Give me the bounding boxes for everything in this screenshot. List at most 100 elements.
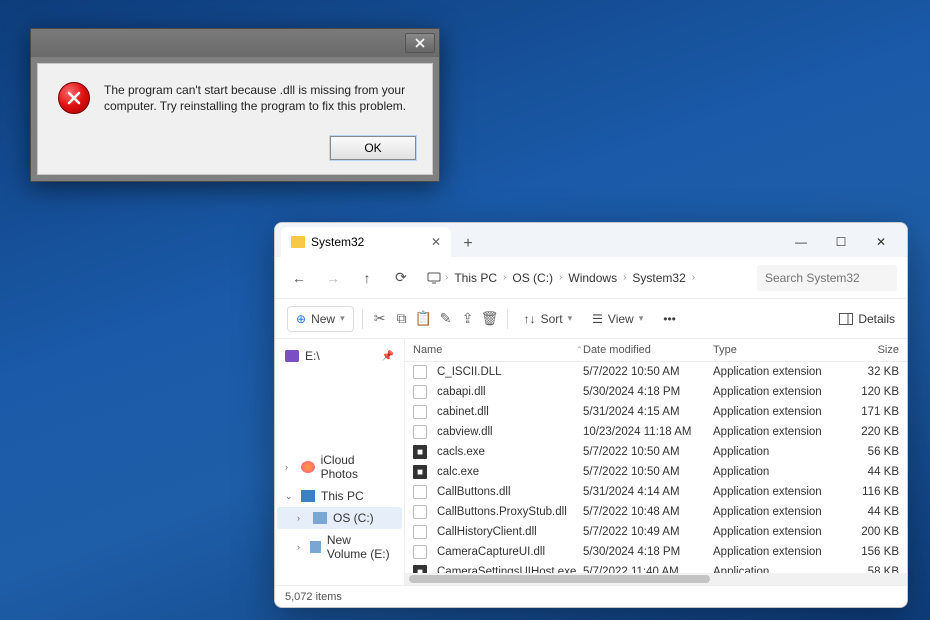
file-name: cabinet.dll: [437, 406, 489, 418]
file-row[interactable]: ■calc.exe5/7/2022 10:50 AMApplication44 …: [405, 462, 907, 482]
file-date: 5/7/2022 10:49 AM: [583, 526, 713, 538]
sidebar-item-os-c[interactable]: › OS (C:): [277, 507, 402, 529]
disk-icon: [310, 541, 320, 553]
crumb-thispc[interactable]: This PC: [452, 269, 499, 287]
search-input[interactable]: [757, 265, 897, 291]
share-icon[interactable]: ⇪: [459, 310, 477, 327]
close-button[interactable]: ✕: [861, 227, 901, 257]
maximize-button[interactable]: ☐: [821, 227, 861, 257]
monitor-icon: [427, 272, 441, 284]
tab-close-button[interactable]: ✕: [431, 235, 441, 249]
file-name: C_ISCII.DLL: [437, 366, 502, 378]
sidebar: E:\ 📌 › iCloud Photos ⌄ This PC › OS (C:…: [275, 339, 405, 585]
dialog-close-button[interactable]: [405, 33, 435, 53]
file-date: 5/7/2022 10:50 AM: [583, 366, 713, 378]
file-type: Application: [713, 446, 843, 458]
copy-icon[interactable]: ⧉: [393, 310, 411, 327]
tab-title: System32: [311, 235, 364, 249]
forward-button[interactable]: →: [319, 264, 347, 292]
file-list: Name⌃ Date modified Type Size C_ISCII.DL…: [405, 339, 907, 585]
refresh-button[interactable]: ⟳: [387, 264, 415, 292]
crumb-system32[interactable]: System32: [630, 269, 687, 287]
file-name: CallButtons.ProxyStub.dll: [437, 506, 567, 518]
back-button[interactable]: ←: [285, 264, 313, 292]
file-icon: [413, 365, 427, 379]
file-date: 5/31/2024 4:14 AM: [583, 486, 713, 498]
file-date: 5/7/2022 10:50 AM: [583, 466, 713, 478]
sidebar-item-icloud[interactable]: › iCloud Photos: [277, 449, 402, 485]
file-row[interactable]: ■cacls.exe5/7/2022 10:50 AMApplication56…: [405, 442, 907, 462]
new-tab-button[interactable]: +: [455, 231, 481, 257]
file-type: Application: [713, 566, 843, 573]
file-name: cabapi.dll: [437, 386, 486, 398]
file-icon: [413, 425, 427, 439]
col-type[interactable]: Type: [713, 344, 843, 356]
sort-button[interactable]: ↑↓Sort ▾: [516, 307, 581, 331]
file-name: CameraSettingsUIHost.exe: [437, 566, 576, 573]
horizontal-scrollbar[interactable]: [405, 573, 907, 585]
breadcrumb[interactable]: › This PC› OS (C:)› Windows› System32›: [421, 269, 751, 287]
file-name: cabview.dll: [437, 426, 493, 438]
disk-icon: [313, 512, 327, 524]
file-type: Application extension: [713, 386, 843, 398]
file-size: 44 KB: [843, 466, 899, 478]
file-size: 44 KB: [843, 506, 899, 518]
file-name: CallButtons.dll: [437, 486, 511, 498]
crumb-windows[interactable]: Windows: [566, 269, 619, 287]
dialog-titlebar[interactable]: [31, 29, 439, 57]
file-row[interactable]: C_ISCII.DLL 5/7/2022 10:50 AMApplication …: [405, 362, 907, 382]
file-size: 58 KB: [843, 566, 899, 573]
cut-icon[interactable]: ✂: [371, 310, 389, 327]
file-date: 5/30/2024 4:18 PM: [583, 386, 713, 398]
file-icon: ■: [413, 445, 427, 459]
file-icon: [413, 525, 427, 539]
file-name: calc.exe: [437, 466, 479, 478]
nav-bar: ← → ↑ ⟳ › This PC› OS (C:)› Windows› Sys…: [275, 257, 907, 299]
status-bar: 5,072 items: [275, 585, 907, 607]
dialog-message: The program can't start because .dll is …: [104, 82, 406, 114]
file-row[interactable]: CameraCaptureUI.dll5/30/2024 4:18 PMAppl…: [405, 542, 907, 562]
sidebar-item-thispc[interactable]: ⌄ This PC: [277, 485, 402, 507]
col-name[interactable]: Name⌃: [413, 344, 583, 356]
up-button[interactable]: ↑: [353, 264, 381, 292]
file-type: Application extension: [713, 406, 843, 418]
file-icon: ■: [413, 565, 427, 573]
more-button[interactable]: •••: [655, 307, 684, 331]
file-row[interactable]: CallButtons.ProxyStub.dll5/7/2022 10:48 …: [405, 502, 907, 522]
sidebar-item-new-volume[interactable]: › New Volume (E:): [277, 529, 402, 565]
file-row[interactable]: ■ CameraSettingsUIHost.exe 5/7/2022 11:40 …: [405, 562, 907, 573]
file-date: 5/7/2022 11:40 AM: [583, 566, 713, 573]
file-row[interactable]: cabapi.dll 5/30/2024 4:18 PMApplication e…: [405, 382, 907, 402]
view-button[interactable]: ☰View ▾: [584, 307, 651, 331]
file-date: 10/23/2024 11:18 AM: [583, 426, 713, 438]
col-size[interactable]: Size: [843, 344, 899, 356]
file-icon: [413, 545, 427, 559]
file-type: Application extension: [713, 486, 843, 498]
file-size: 56 KB: [843, 446, 899, 458]
file-icon: [413, 385, 427, 399]
file-row[interactable]: cabinet.dll5/31/2024 4:15 AMApplication …: [405, 402, 907, 422]
file-row[interactable]: cabview.dll 10/23/2024 11:18 AMApplicatio…: [405, 422, 907, 442]
new-button[interactable]: ⊕New▾: [287, 306, 354, 332]
rename-icon[interactable]: ✎: [437, 310, 455, 327]
tab-system32[interactable]: System32 ✕: [281, 227, 451, 257]
ok-button[interactable]: OK: [330, 136, 416, 160]
col-date[interactable]: Date modified: [583, 344, 713, 356]
crumb-os[interactable]: OS (C:): [510, 269, 555, 287]
paste-icon[interactable]: 📋: [415, 310, 433, 327]
pc-icon: [301, 490, 315, 502]
details-pane-button[interactable]: Details: [839, 312, 895, 326]
sidebar-pinned-drive[interactable]: E:\ 📌: [277, 345, 402, 367]
column-headers[interactable]: Name⌃ Date modified Type Size: [405, 339, 907, 362]
file-row[interactable]: CallHistoryClient.dll5/7/2022 10:49 AMAp…: [405, 522, 907, 542]
file-icon: ■: [413, 465, 427, 479]
file-name: CallHistoryClient.dll: [437, 526, 537, 538]
delete-icon[interactable]: 🗑: [481, 310, 499, 327]
file-size: 120 KB: [843, 386, 899, 398]
file-type: Application extension: [713, 366, 843, 378]
icloud-icon: [301, 461, 315, 473]
file-type: Application extension: [713, 426, 843, 438]
toolbar: ⊕New▾ ✂ ⧉ 📋 ✎ ⇪ 🗑 ↑↓Sort ▾ ☰View ▾ ••• D…: [275, 299, 907, 339]
minimize-button[interactable]: —: [781, 227, 821, 257]
file-row[interactable]: CallButtons.dll 5/31/2024 4:14 AMApplicat…: [405, 482, 907, 502]
